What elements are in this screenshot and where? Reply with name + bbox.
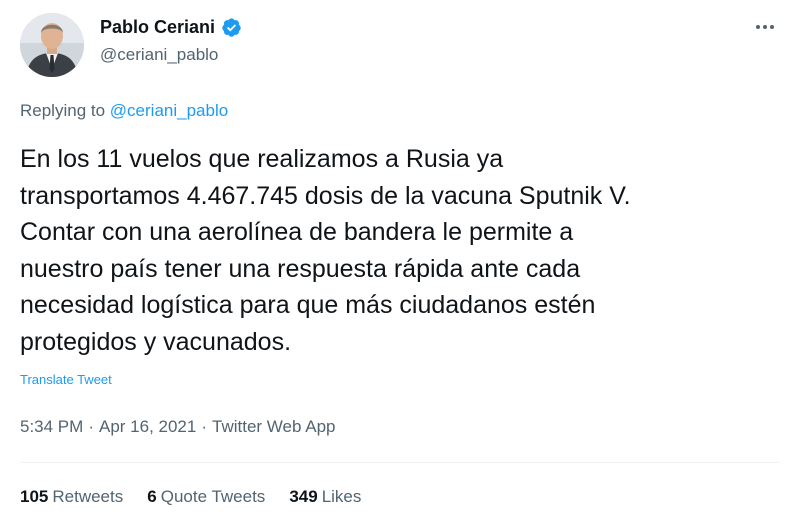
tweet-time[interactable]: 5:34 PM <box>20 415 83 439</box>
avatar-photo <box>20 13 84 77</box>
divider <box>20 462 780 463</box>
avatar[interactable] <box>20 13 84 77</box>
tweet-metadata: 5:34 PM · Apr 16, 2021 · Twitter Web App <box>20 415 335 439</box>
replying-to-handle-link[interactable]: @ceriani_pablo <box>110 101 228 120</box>
likes-count: 349 <box>289 487 318 506</box>
retweets-label: Retweets <box>52 487 124 506</box>
replying-to-prefix: Replying to <box>20 101 106 120</box>
retweets-count: 105 <box>20 487 49 506</box>
meta-separator: · <box>201 417 208 436</box>
likes-stat[interactable]: 349 Likes <box>289 485 361 509</box>
tweet-text-line: nuestro país tener una respuesta rápida … <box>20 254 581 283</box>
more-options-icon[interactable] <box>750 14 780 40</box>
meta-separator: · <box>88 417 94 436</box>
retweets-stat[interactable]: 105 Retweets <box>20 485 123 509</box>
verified-badge-icon <box>221 17 242 38</box>
tweet-card: Pablo Ceriani @ceriani_pablo Replying to… <box>0 0 800 517</box>
tweet-text-line: protegidos y vacunados. <box>20 327 292 356</box>
engagement-stats: 105 Retweets 6 Quote Tweets 349 Likes <box>20 485 361 509</box>
tweet-text-line: transportamos 4.467.745 dosis de la vacu… <box>20 181 631 210</box>
author-name[interactable]: Pablo Ceriani <box>100 14 215 40</box>
tweet-source-app[interactable]: Twitter Web App <box>212 415 335 439</box>
likes-label: Likes <box>321 487 362 506</box>
author-handle[interactable]: @ceriani_pablo <box>100 44 218 66</box>
tweet-date[interactable]: Apr 16, 2021 <box>99 415 196 439</box>
tweet-text-line: En los 11 vuelos que realizamos a Rusia … <box>20 145 504 173</box>
quote-tweets-stat[interactable]: 6 Quote Tweets <box>147 485 265 509</box>
author-name-row: Pablo Ceriani <box>100 14 242 40</box>
tweet-text-line: necesidad logística para que más ciudada… <box>20 291 596 320</box>
tweet-text: En los 11 vuelos que realizamos a Rusia … <box>20 141 790 361</box>
quote-tweets-label: Quote Tweets <box>160 487 266 506</box>
replying-to: Replying to @ceriani_pablo <box>20 99 228 123</box>
quote-tweets-count: 6 <box>147 487 157 506</box>
translate-tweet-link[interactable]: Translate Tweet <box>20 371 112 389</box>
tweet-text-line: Contar con una aerolínea de bandera le p… <box>20 218 574 247</box>
